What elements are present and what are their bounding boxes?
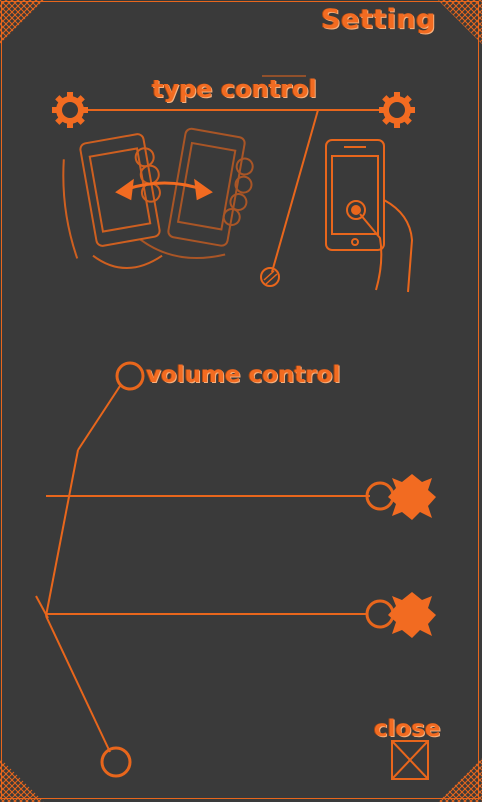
touch-phone-illustration[interactable] bbox=[325, 139, 414, 293]
type-control-label: type control bbox=[152, 75, 317, 103]
volume-slider-1-handle[interactable] bbox=[365, 474, 436, 520]
page-title: Setting bbox=[321, 4, 436, 35]
volume-control-node bbox=[115, 361, 145, 391]
corner-hatch-top-right bbox=[438, 0, 482, 44]
bottom-node bbox=[100, 746, 132, 778]
tilt-phone-illustration[interactable] bbox=[55, 123, 260, 277]
type-selector-knob[interactable] bbox=[260, 267, 280, 287]
corner-hatch-bottom-left bbox=[0, 758, 44, 802]
corner-hatch-top-left bbox=[0, 0, 44, 44]
volume-control-label: volume control bbox=[146, 362, 341, 388]
gear-icon[interactable] bbox=[379, 92, 415, 128]
decoration-layer bbox=[0, 0, 482, 802]
tilt-arrow-icon bbox=[115, 178, 213, 201]
close-button[interactable]: close bbox=[374, 716, 441, 742]
close-icon[interactable] bbox=[391, 740, 429, 780]
gear-icon[interactable] bbox=[52, 92, 88, 128]
corner-hatch-bottom-right bbox=[438, 758, 482, 802]
volume-slider-2-handle[interactable] bbox=[365, 592, 436, 638]
